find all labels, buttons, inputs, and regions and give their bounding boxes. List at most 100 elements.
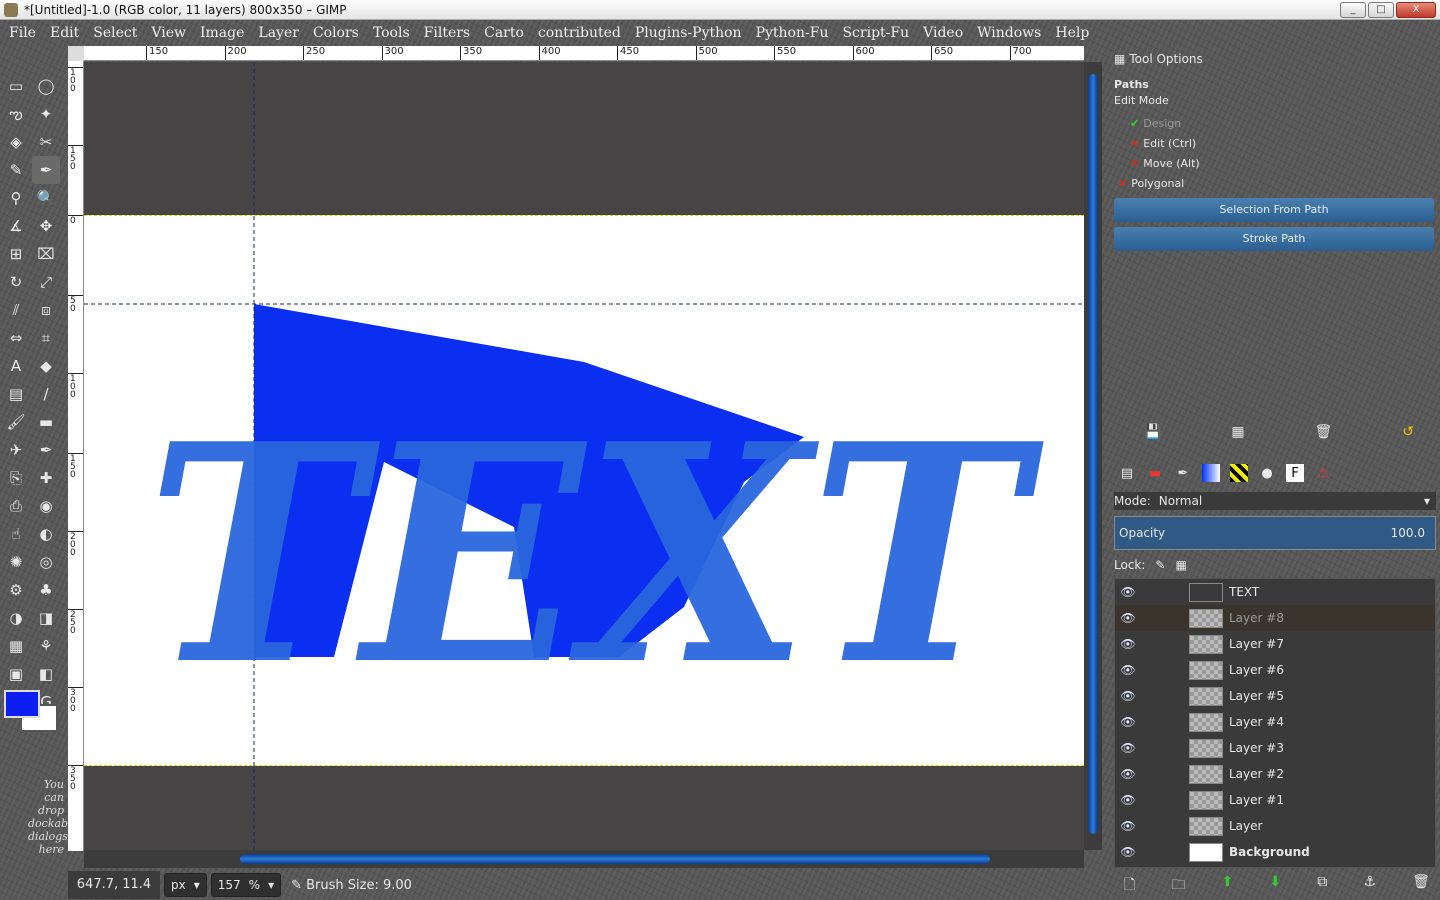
vertical-ruler[interactable]: 100 150 0 50 100 150 200 250 300 350 bbox=[68, 61, 84, 851]
scale-icon[interactable]: ⤢ bbox=[32, 268, 60, 296]
menu-filters[interactable]: Filters bbox=[417, 25, 477, 41]
eraser-icon[interactable]: ▬ bbox=[32, 408, 60, 436]
layer-row[interactable]: 👁 Layer #1 bbox=[1115, 787, 1435, 813]
lower-layer-icon[interactable]: ⬇ bbox=[1269, 874, 1281, 898]
blur-icon[interactable]: ◉ bbox=[32, 492, 60, 520]
unit-select[interactable]: px ▾ bbox=[164, 873, 207, 897]
menu-video[interactable]: Video bbox=[916, 25, 970, 41]
menu-edit[interactable]: Edit bbox=[43, 25, 86, 41]
layer-row[interactable]: 👁 Layer #6 bbox=[1115, 657, 1435, 683]
reset-options-icon[interactable]: ↺ bbox=[1402, 424, 1414, 440]
eye-icon[interactable]: 👁 bbox=[1115, 715, 1141, 729]
script-icon[interactable]: ⚙ bbox=[2, 576, 30, 604]
rotate-icon[interactable]: ↻ bbox=[2, 268, 30, 296]
zoom-icon[interactable]: 🔍 bbox=[32, 184, 60, 212]
smudge-icon[interactable]: ☝ bbox=[2, 520, 30, 548]
menu-help[interactable]: Help bbox=[1048, 25, 1096, 41]
restore-options-icon[interactable]: ▦ bbox=[1231, 424, 1244, 440]
duplicate-layer-icon[interactable]: ⧉ bbox=[1317, 874, 1327, 898]
rect-select-icon[interactable]: ▭ bbox=[2, 72, 30, 100]
tab-paths[interactable]: ✒ bbox=[1174, 464, 1192, 482]
stroke-path-button[interactable]: Stroke Path bbox=[1114, 227, 1434, 251]
filter-icon[interactable]: ◎ bbox=[32, 548, 60, 576]
levels-icon[interactable]: ◑ bbox=[2, 604, 30, 632]
layer-row[interactable]: 👁 Background bbox=[1115, 839, 1435, 865]
crop-icon[interactable]: ⌧ bbox=[32, 240, 60, 268]
paintbrush-icon[interactable]: 🖌 bbox=[2, 408, 30, 436]
heal-icon[interactable]: ✚ bbox=[32, 464, 60, 492]
layer-row[interactable]: 👁 Layer #4 bbox=[1115, 709, 1435, 735]
layer-mode-select[interactable]: Mode: Normal ▾ bbox=[1114, 492, 1436, 510]
ruler-corner[interactable] bbox=[68, 46, 84, 61]
dodge-icon[interactable]: ◐ bbox=[32, 520, 60, 548]
opacity-slider[interactable]: Opacity 100.0 bbox=[1114, 516, 1436, 550]
warning-icon[interactable]: ⚠ bbox=[1314, 464, 1332, 482]
color-balance-icon[interactable]: ▣ bbox=[2, 660, 30, 688]
menu-image[interactable]: Image bbox=[193, 25, 251, 41]
menu-plugins-python[interactable]: Plugins-Python bbox=[628, 25, 749, 41]
layer-row[interactable]: 👁 Layer #5 bbox=[1115, 683, 1435, 709]
close-button[interactable]: X bbox=[1396, 2, 1436, 18]
foreground-select-icon[interactable]: ✎ bbox=[2, 156, 30, 184]
edit-mode-option[interactable]: ✕ Edit (Ctrl) bbox=[1114, 133, 1434, 153]
cage-icon[interactable]: ⌗ bbox=[32, 324, 60, 352]
flip-icon[interactable]: ⇔ bbox=[2, 324, 30, 352]
menu-contributed[interactable]: contributed bbox=[531, 25, 628, 41]
lock-alpha-icon[interactable]: ▦ bbox=[1175, 558, 1186, 572]
horizontal-scrollbar[interactable] bbox=[84, 850, 1084, 868]
blend-icon[interactable]: ▤ bbox=[2, 380, 30, 408]
align-icon[interactable]: ⊞ bbox=[2, 240, 30, 268]
tab-fonts[interactable]: F bbox=[1286, 464, 1304, 482]
horizontal-ruler[interactable]: 150 200 250 300 350 400 450 500 550 600 650 700 bbox=[84, 46, 1084, 61]
menu-script-fu[interactable]: Script-Fu bbox=[835, 25, 916, 41]
menu-carto[interactable]: Carto bbox=[477, 25, 531, 41]
eye-icon[interactable]: 👁 bbox=[1115, 585, 1141, 599]
lasso-icon[interactable]: ఌ bbox=[2, 100, 30, 128]
eye-icon[interactable]: 👁 bbox=[1115, 845, 1141, 859]
menu-file[interactable]: File bbox=[2, 25, 43, 41]
pencil-icon[interactable]: / bbox=[32, 380, 60, 408]
minimize-button[interactable]: _ bbox=[1340, 2, 1366, 18]
tab-gradients[interactable] bbox=[1202, 464, 1220, 482]
layer-row[interactable]: 👁 Layer #7 bbox=[1115, 631, 1435, 657]
move-icon[interactable]: ✥ bbox=[32, 212, 60, 240]
perspective-clone-icon[interactable]: ⎙ bbox=[2, 492, 30, 520]
new-layer-group-icon[interactable]: 🗀 bbox=[1171, 874, 1185, 898]
eye-icon[interactable]: 👁 bbox=[1115, 793, 1141, 807]
vertical-scrollbar[interactable] bbox=[1084, 62, 1102, 850]
menu-view[interactable]: View bbox=[144, 25, 193, 41]
lock-pixels-icon[interactable]: ✎ bbox=[1155, 558, 1165, 572]
eye-icon[interactable]: 👁 bbox=[1115, 611, 1141, 625]
color-picker-icon[interactable]: ⚲ bbox=[2, 184, 30, 212]
layer-row[interactable]: 👁 Layer #8 bbox=[1115, 605, 1435, 631]
curves-icon[interactable]: ◨ bbox=[32, 604, 60, 632]
new-layer-icon[interactable]: 🗋 bbox=[1124, 874, 1135, 898]
layer-row[interactable]: 👁 Layer #3 bbox=[1115, 735, 1435, 761]
text-icon[interactable]: A bbox=[2, 352, 30, 380]
raise-layer-icon[interactable]: ⬆ bbox=[1222, 874, 1234, 898]
save-options-icon[interactable]: 💾 bbox=[1144, 424, 1161, 440]
foreground-color-swatch[interactable] bbox=[4, 690, 40, 718]
ink-icon[interactable]: ✒ bbox=[32, 436, 60, 464]
delete-options-icon[interactable]: 🗑 bbox=[1315, 424, 1333, 440]
eye-icon[interactable]: 👁 bbox=[1115, 741, 1141, 755]
color-tool-icon[interactable]: ♣ bbox=[32, 576, 60, 604]
fuzzy-select-icon[interactable]: ✦ bbox=[32, 100, 60, 128]
airbrush-icon[interactable]: ✈ bbox=[2, 436, 30, 464]
bucket-fill-icon[interactable]: ◆ bbox=[32, 352, 60, 380]
layer-row[interactable]: 👁 Layer #2 bbox=[1115, 761, 1435, 787]
tab-brushes[interactable]: ● bbox=[1258, 464, 1276, 482]
hue-icon[interactable]: ◧ bbox=[32, 660, 60, 688]
gegl-icon[interactable]: ⚘ bbox=[32, 632, 60, 660]
eye-icon[interactable]: 👁 bbox=[1115, 663, 1141, 677]
shear-icon[interactable]: ⫽ bbox=[2, 296, 30, 324]
tab-patterns[interactable] bbox=[1230, 464, 1248, 482]
menu-layer[interactable]: Layer bbox=[251, 25, 306, 41]
menu-windows[interactable]: Windows bbox=[970, 25, 1048, 41]
threshold-icon[interactable]: ▦ bbox=[2, 632, 30, 660]
delete-layer-icon[interactable]: 🗑 bbox=[1412, 874, 1430, 898]
vertical-scroll-thumb[interactable] bbox=[1088, 74, 1098, 834]
image-canvas[interactable]: TEXT bbox=[84, 62, 1084, 850]
horizontal-scroll-thumb[interactable] bbox=[240, 854, 990, 864]
menu-colors[interactable]: Colors bbox=[306, 25, 366, 41]
